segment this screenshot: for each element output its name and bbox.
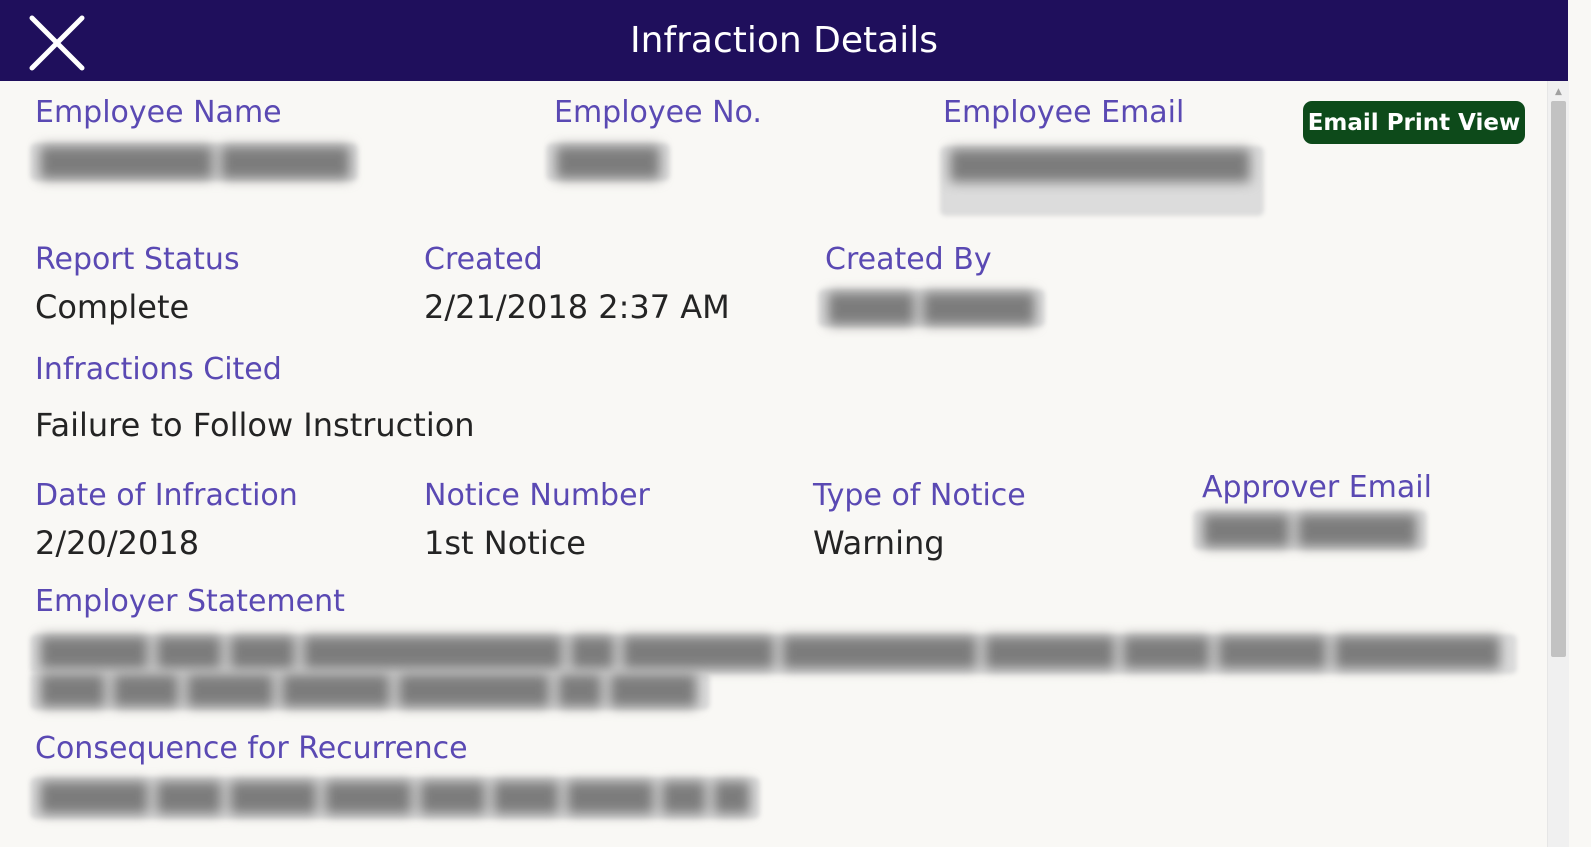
email-print-view-button[interactable]: Email Print View [1303,101,1525,144]
employee-name-label: Employee Name [35,95,282,130]
date-of-infraction-value: 2/20/2018 [35,524,200,562]
created-label: Created [424,242,543,277]
date-of-infraction-label: Date of Infraction [35,478,298,513]
scrollbar-thumb[interactable] [1551,101,1566,657]
consequence-blurred-text: █████ ███ ████ ████ ███ ███ ████ ██ ████… [40,781,750,814]
employee-no-blurred-text: ██████ [556,146,660,179]
header-bar: Infraction Details [0,0,1568,81]
approver-email-blurred-text: ████ ████████ [1203,514,1417,547]
created-value: 2/21/2018 2:37 AM [424,288,730,326]
employee-no-label: Employee No. [554,95,762,130]
scroll-up-arrow-icon[interactable]: ▲ [1548,85,1569,99]
report-status-label: Report Status [35,242,240,277]
type-of-notice-label: Type of Notice [813,478,1026,513]
infractions-cited-label: Infractions Cited [35,352,282,387]
notice-number-value: 1st Notice [424,524,586,562]
employer-statement-blurred-text-2: ███ ███ ████ █████ ███████ ██ ████ ████ [40,674,700,707]
consequence-label: Consequence for Recurrence [35,731,468,766]
page-title: Infraction Details [630,20,938,61]
employer-statement-blurred-text-1: █████ ███ ███ ████████████ ██ ███████ ██… [40,636,1500,669]
vertical-scrollbar[interactable]: ▲ [1547,81,1569,847]
employer-statement-label: Employer Statement [35,584,345,619]
type-of-notice-value: Warning [813,524,945,562]
approver-email-label: Approver Email [1202,470,1432,505]
report-status-value: Complete [35,288,190,326]
notice-number-label: Notice Number [424,478,650,513]
created-by-blurred-text: ████ ████████ [828,292,1035,325]
employee-name-blurred-text: ████████ ████████ [40,146,350,179]
infractions-cited-value: Failure to Follow Instruction [35,406,475,444]
created-by-label: Created By [825,242,992,277]
employee-email-blurred-text: ██████████████████ [950,149,1250,182]
employee-email-label: Employee Email [943,95,1185,130]
